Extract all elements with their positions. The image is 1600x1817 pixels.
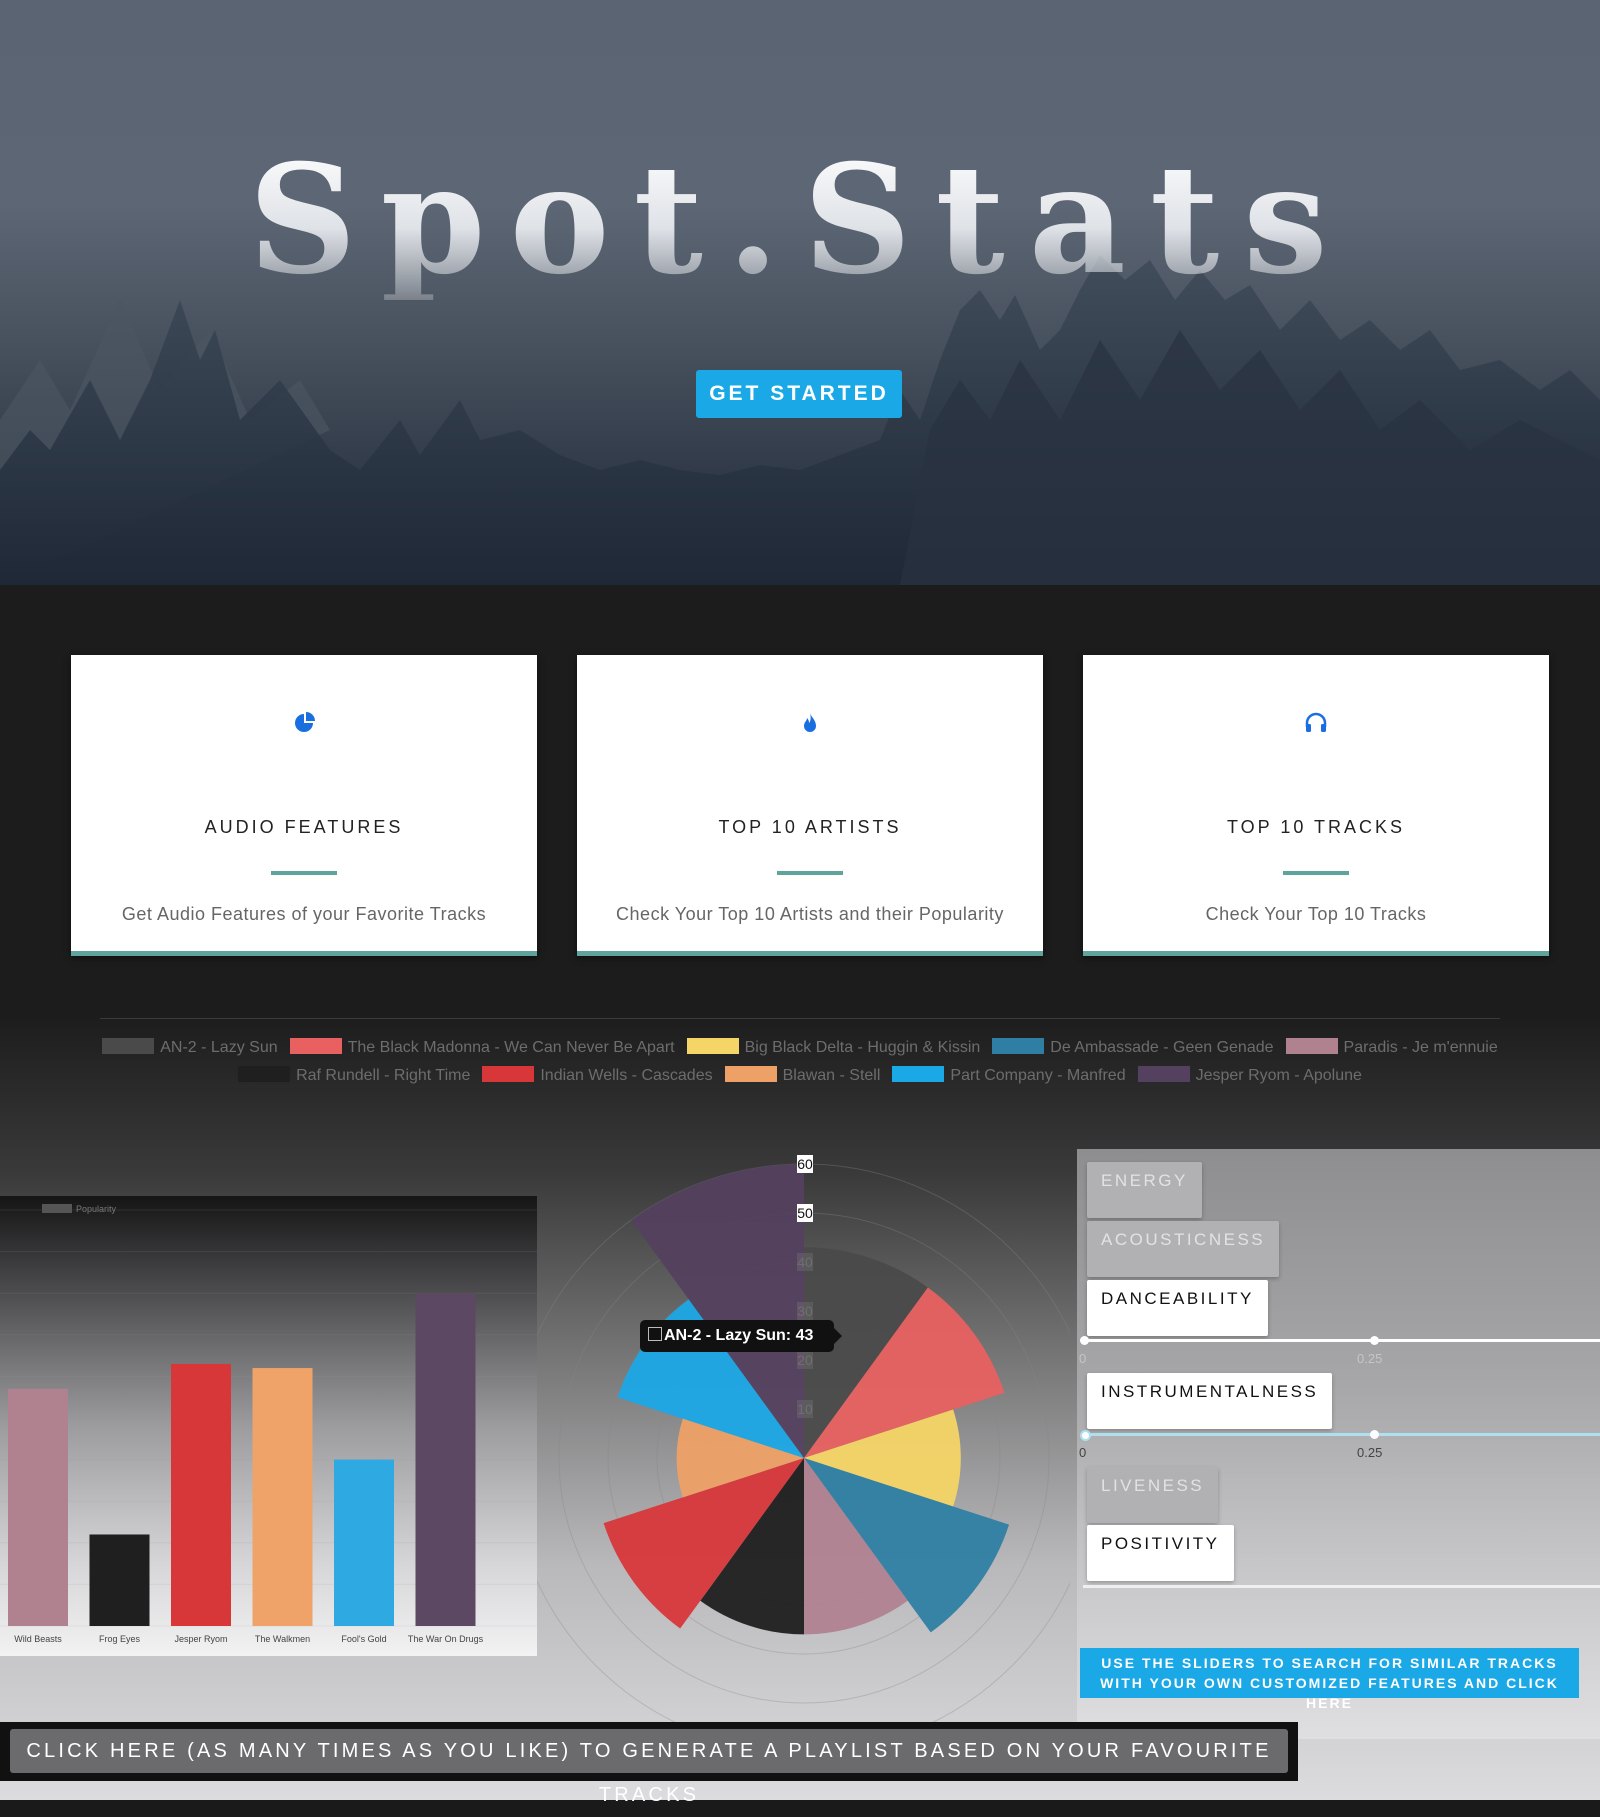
feature-description: Get Audio Features of your Favorite Trac… <box>121 904 487 924</box>
slider-tick: 0 <box>1079 1351 1087 1366</box>
legend-swatch <box>289 1038 342 1054</box>
popularity-bar-chart: Popularity Wild Beasts Frog Eyes Jesper Ry… <box>0 1196 537 1656</box>
slider-handle[interactable] <box>1080 1336 1089 1345</box>
tooltip-text: AN-2 - Lazy Sun: 43 <box>664 1327 814 1344</box>
radial-tick-label: 50 <box>797 1205 813 1221</box>
feature-title: TOP 10 ARTISTS <box>718 817 902 837</box>
feature-title: AUDIO FEATURES <box>204 817 404 837</box>
bar-category-label: Frog Eyes <box>99 1634 141 1644</box>
danceability-toggle-button[interactable]: DANCEABILITY <box>1087 1280 1268 1336</box>
legend-swatch <box>238 1066 291 1082</box>
chart-tooltip: AN-2 - Lazy Sun: 43 <box>640 1320 842 1352</box>
radial-tick-label: 10 <box>797 1401 813 1417</box>
danceability-slider[interactable] <box>1080 1336 1600 1345</box>
legend-label: Paradis - Je m'ennuie <box>1343 1039 1498 1056</box>
feature-divider <box>271 871 337 875</box>
instrumentalness-slider[interactable] <box>1080 1430 1600 1441</box>
generate-playlist-bar: CLICK HERE (AS MANY TIMES AS YOU LIKE) T… <box>0 1722 1298 1806</box>
get-started-button[interactable]: GET STARTED <box>696 370 902 418</box>
slider-tick: 0 <box>1079 1445 1087 1460</box>
feature-card-top-artists[interactable]: TOP 10 ARTISTS Check Your Top 10 Artists… <box>577 655 1043 956</box>
radial-tick-label: 20 <box>797 1352 813 1368</box>
legend-swatch <box>1285 1038 1338 1054</box>
app-title: Spot.Stats <box>0 140 1600 300</box>
bar[interactable] <box>252 1368 313 1626</box>
hero-section: Spot.Stats GET STARTED <box>0 0 1600 585</box>
search-similar-tracks-button[interactable]: USE THE SLIDERS TO SEARCH FOR SIMILAR TR… <box>1080 1648 1579 1711</box>
legend-item[interactable]: AN-2 - Lazy Sun <box>102 1034 278 1062</box>
instrumentalness-toggle-button[interactable]: INSTRUMENTALNESS <box>1087 1373 1333 1429</box>
slider-tick: 0.25 <box>1357 1351 1383 1366</box>
positivity-toggle-button[interactable]: POSITIVITY <box>1087 1525 1234 1581</box>
legend-label: AN-2 - Lazy Sun <box>160 1039 278 1056</box>
bar[interactable] <box>8 1388 68 1626</box>
feature-card-audio-features[interactable]: AUDIO FEATURES Get Audio Features of you… <box>71 655 537 956</box>
legend-label: Popularity <box>76 1204 117 1214</box>
bar[interactable] <box>171 1363 231 1626</box>
legend-swatch <box>1137 1066 1190 1082</box>
bar-chart-canvas: Wild Beasts Frog Eyes Jesper Ryom The Walkm… <box>0 1209 537 1644</box>
fire-icon <box>804 713 816 732</box>
slider-tick: 0.25 <box>1357 1445 1383 1460</box>
feature-divider <box>1283 871 1349 875</box>
slider-handle[interactable] <box>1370 1336 1379 1345</box>
slider-handle[interactable] <box>1370 1430 1379 1439</box>
bar-category-label: Fool's Gold <box>341 1634 386 1644</box>
bar-category-label: Wild Beasts <box>14 1634 62 1644</box>
feature-divider <box>777 871 843 875</box>
generate-playlist-button[interactable]: CLICK HERE (AS MANY TIMES AS YOU LIKE) T… <box>10 1729 1288 1806</box>
feature-description: Check Your Top 10 Artists and their Popu… <box>616 904 1004 924</box>
positivity-slider[interactable] <box>1083 1585 1600 1588</box>
bar-category-label: Jesper Ryom <box>174 1634 227 1644</box>
bar-category-label: The War On Drugs <box>408 1634 484 1644</box>
radial-tick-label: 40 <box>797 1254 813 1270</box>
acousticness-toggle-button[interactable]: ACOUSTICNESS <box>1087 1221 1280 1277</box>
bar[interactable] <box>334 1459 394 1626</box>
pie-chart-icon <box>295 712 315 732</box>
radial-tick-label: 30 <box>797 1303 813 1319</box>
bar-chart-legend: Popularity <box>42 1204 116 1214</box>
bar[interactable] <box>415 1293 476 1626</box>
feature-card-top-tracks[interactable]: TOP 10 TRACKS Check Your Top 10 Tracks <box>1083 655 1549 956</box>
legend-item[interactable]: Paradis - Je m'ennuie <box>1285 1034 1498 1062</box>
headphones-icon <box>1305 712 1327 732</box>
bar[interactable] <box>89 1534 150 1626</box>
tooltip-swatch <box>648 1327 662 1341</box>
features-section: AUDIO FEATURES Get Audio Features of you… <box>0 585 1600 1018</box>
feature-description: Check Your Top 10 Tracks <box>1205 904 1427 924</box>
legend-swatch <box>42 1204 72 1213</box>
energy-toggle-button[interactable]: ENERGY <box>1087 1162 1202 1218</box>
radial-tick-label: 60 <box>797 1156 813 1172</box>
legend-label: Jesper Ryom - Apolune <box>1195 1067 1362 1084</box>
legend-label: De Ambassade - Geen Genade <box>1050 1039 1274 1056</box>
legend-item[interactable]: Jesper Ryom - Apolune <box>1137 1062 1362 1090</box>
bar-category-label: The Walkmen <box>255 1634 310 1644</box>
feature-title: TOP 10 TRACKS <box>1226 817 1406 837</box>
legend-swatch <box>102 1038 155 1054</box>
slider-handle[interactable] <box>1080 1430 1091 1441</box>
liveness-toggle-button[interactable]: LIVENESS <box>1087 1467 1219 1523</box>
